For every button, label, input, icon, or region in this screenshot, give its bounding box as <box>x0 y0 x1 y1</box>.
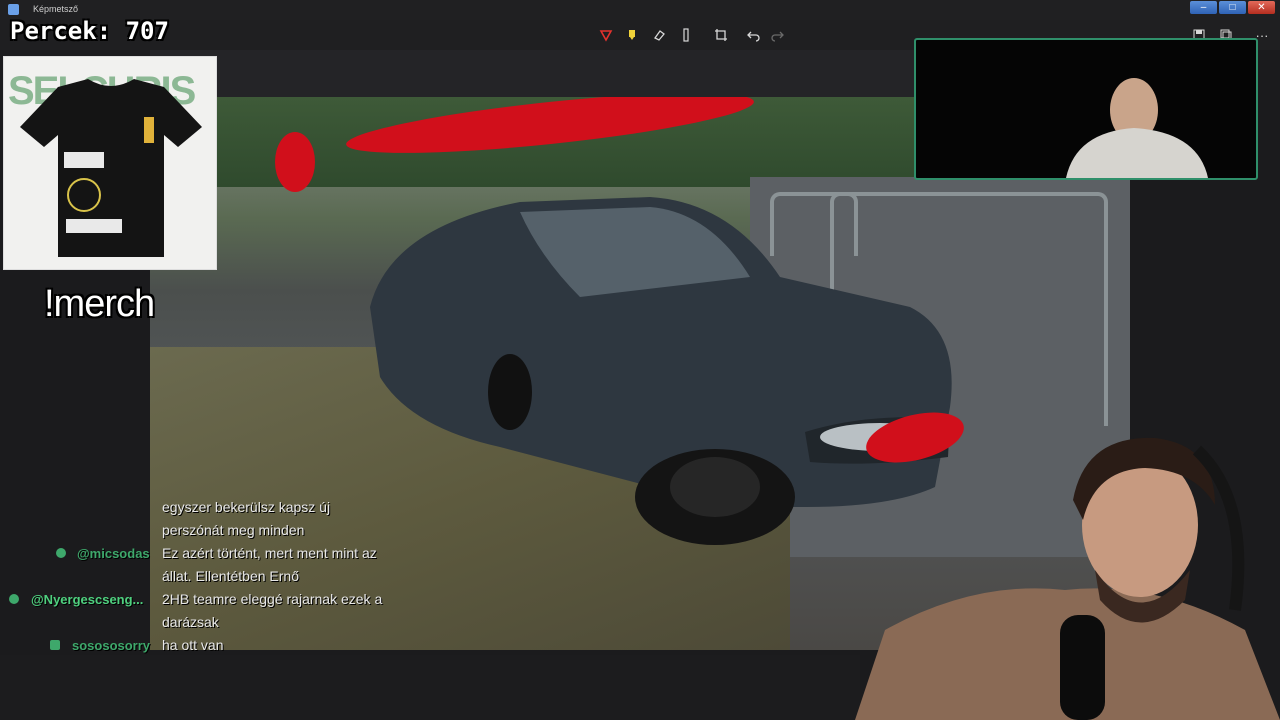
window-controls: – □ ✕ <box>1190 1 1275 14</box>
undo-icon[interactable] <box>745 26 763 44</box>
chat-message: ha ott van <box>162 637 224 653</box>
percek-counter: Percek: 707 <box>10 17 169 45</box>
chat-username: sosososorry <box>72 638 151 653</box>
app-icon <box>8 4 19 15</box>
badge-icon <box>50 640 60 650</box>
ruler-icon[interactable] <box>677 26 695 44</box>
merch-image: SELCHRIS <box>3 56 217 270</box>
chat-message: Ez azért történt, mert ment mint az <box>162 545 377 561</box>
chat-message: állat. Ellentétben Ernő <box>162 568 299 584</box>
highlighter-icon[interactable] <box>623 26 641 44</box>
chat-username: @micsodas <box>77 546 150 561</box>
redo-icon[interactable] <box>768 26 786 44</box>
window-title: Képmetsző <box>33 4 79 14</box>
merch-command-label: !merch <box>44 283 155 325</box>
streamer-webcam-image <box>1066 78 1208 178</box>
title-bar: Képmetsző – □ ✕ <box>0 0 1280 20</box>
tshirt-icon <box>20 79 202 257</box>
chat-message: egyszer bekerülsz kapsz új <box>162 499 331 515</box>
badge-icon <box>9 594 19 604</box>
crop-icon[interactable] <box>712 26 730 44</box>
chat-overlay: egyszer bekerülsz kapsz új perszónát meg… <box>0 478 420 653</box>
eraser-icon[interactable] <box>650 26 668 44</box>
streamer-webcam-image <box>855 437 1280 720</box>
ballpoint-pen-icon[interactable] <box>597 26 615 44</box>
webcam-overlay <box>914 38 1258 180</box>
maximize-button[interactable]: □ <box>1219 1 1246 14</box>
bottom-strip <box>0 655 860 720</box>
chat-message: darázsak <box>162 614 219 630</box>
chat-message: perszónát meg minden <box>162 522 305 538</box>
minimize-button[interactable]: – <box>1190 1 1217 14</box>
close-button[interactable]: ✕ <box>1248 1 1275 14</box>
chat-username: @Nyergescseng... <box>31 592 144 607</box>
badge-icon <box>56 548 66 558</box>
chat-message: 2HB teamre eleggé rajarnak ezek a <box>162 591 383 607</box>
redaction-mark <box>275 132 315 192</box>
